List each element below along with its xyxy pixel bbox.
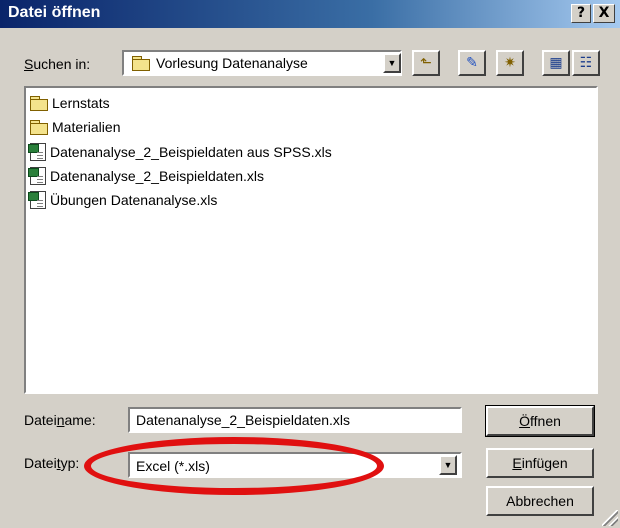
- excel-file-icon: [28, 143, 46, 161]
- folder-up-icon: ⬑: [420, 55, 432, 71]
- title-bar[interactable]: Datei öffnen ? X: [0, 0, 620, 28]
- lookin-combo[interactable]: Vorlesung Datenanalyse: [122, 50, 402, 76]
- favorites-icon: ✎: [466, 55, 478, 71]
- list-item[interactable]: Übungen Datenanalyse.xls: [28, 189, 217, 211]
- list-item[interactable]: Lernstats: [30, 92, 110, 114]
- window-title: Datei öffnen: [8, 4, 101, 21]
- filetype-label: Dateityp:: [24, 455, 80, 471]
- list-item[interactable]: Datenanalyse_2_Beispieldaten aus SPSS.xl…: [28, 141, 332, 163]
- open-button[interactable]: Öffnen: [485, 405, 595, 437]
- filetype-dropdown-button[interactable]: ▼: [439, 455, 457, 475]
- highlight-ellipse: [84, 437, 384, 495]
- excel-file-icon: [28, 191, 46, 209]
- lookin-dropdown-button[interactable]: ▼: [383, 53, 401, 73]
- chevron-down-icon: ▼: [443, 460, 453, 470]
- filename-input[interactable]: Datenanalyse_2_Beispieldaten.xls: [128, 407, 462, 433]
- new-folder-icon: ✷: [504, 55, 516, 71]
- folder-up-button[interactable]: ⬑: [412, 50, 440, 76]
- cancel-button[interactable]: Abbrechen: [486, 486, 594, 516]
- favorites-button[interactable]: ✎: [458, 50, 486, 76]
- list-view-icon: ▦: [549, 55, 563, 71]
- folder-icon: [30, 96, 48, 111]
- help-button[interactable]: ?: [571, 4, 591, 23]
- list-item[interactable]: Materialien: [30, 116, 120, 138]
- close-button[interactable]: X: [593, 4, 615, 23]
- new-folder-button[interactable]: ✷: [496, 50, 524, 76]
- lookin-value: Vorlesung Datenanalyse: [156, 55, 308, 71]
- resize-grip[interactable]: [602, 510, 618, 526]
- lookin-label: Suchen in:: [24, 56, 91, 72]
- details-view-button[interactable]: ☷: [572, 50, 600, 76]
- filename-label: Dateiname:: [24, 412, 96, 428]
- list-view-button[interactable]: ▦: [542, 50, 570, 76]
- list-item[interactable]: Datenanalyse_2_Beispieldaten.xls: [28, 165, 264, 187]
- details-view-icon: ☷: [579, 55, 593, 71]
- insert-button[interactable]: Einfügen: [486, 448, 594, 478]
- folder-icon: [30, 120, 48, 135]
- file-open-dialog: Datei öffnen ? X Suchen in: Vorlesung Da…: [0, 0, 620, 528]
- chevron-down-icon: ▼: [387, 58, 397, 68]
- file-list[interactable]: Lernstats Materialien Datenanalyse_2_Bei…: [24, 86, 598, 394]
- excel-file-icon: [28, 167, 46, 185]
- folder-icon: [132, 56, 150, 71]
